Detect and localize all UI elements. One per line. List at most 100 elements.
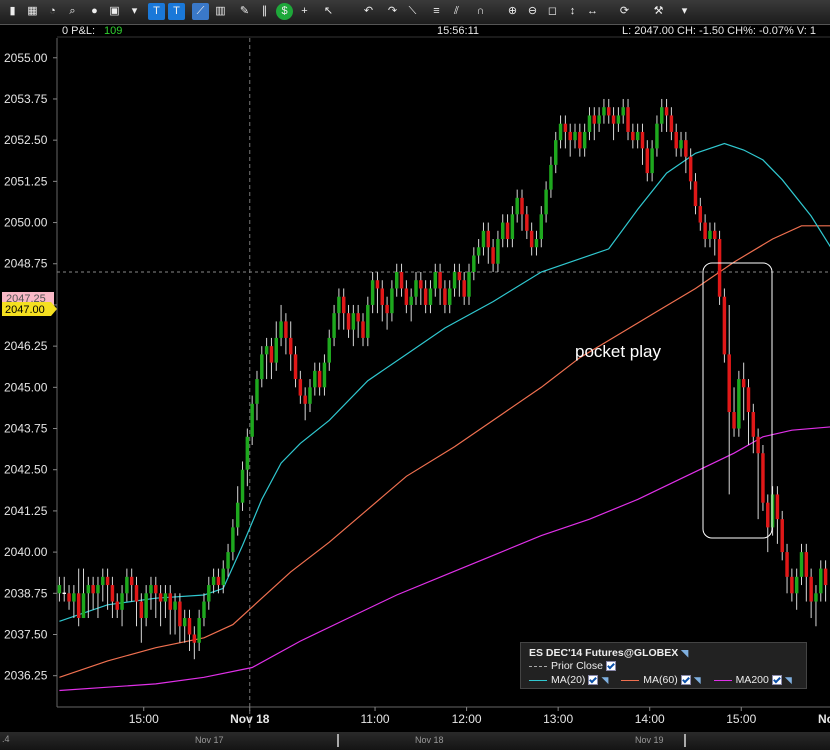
- candle-body: [602, 107, 606, 116]
- candle-body: [101, 576, 105, 586]
- zoom-out-icon[interactable]: ⊖: [524, 3, 541, 20]
- candle-body: [794, 576, 799, 594]
- pencil-icon[interactable]: ✎: [236, 3, 253, 20]
- candle-body: [476, 247, 481, 256]
- line-chart-icon[interactable]: ⟋: [192, 3, 209, 20]
- candle-body: [303, 395, 307, 404]
- candle-body: [91, 585, 95, 594]
- candle-body: [149, 585, 153, 594]
- candle-body: [399, 271, 404, 289]
- candle-body: [443, 288, 447, 305]
- candle-body: [332, 313, 336, 338]
- candle-body: [134, 585, 139, 602]
- barcode-icon[interactable]: ∥: [256, 3, 273, 20]
- dollar-icon[interactable]: $: [276, 3, 293, 20]
- candle-body: [67, 593, 71, 602]
- speedometer-icon[interactable]: ◔: [44, 3, 61, 20]
- pin-icon[interactable]: ◥: [601, 675, 608, 686]
- pin-icon[interactable]: ◥: [681, 648, 688, 659]
- menu-chevron-icon[interactable]: ▾: [676, 3, 693, 20]
- fib-icon[interactable]: ≡: [428, 3, 445, 20]
- redo-icon[interactable]: ↷: [384, 3, 401, 20]
- x-tick-label: 14:00: [635, 712, 665, 726]
- legend-ma60: MA(60): [643, 674, 678, 686]
- ma200-checkbox[interactable]: [771, 675, 782, 686]
- candle-body: [780, 519, 784, 553]
- quote-line: L: 2047.00 CH: -1.50 CH%: -0.07% V: 1: [622, 25, 816, 37]
- text-tool-icon[interactable]: T: [148, 3, 165, 20]
- candle-body: [211, 576, 216, 586]
- candle-body: [491, 247, 495, 264]
- y-tick-label: 2053.75: [4, 92, 48, 106]
- ma20-checkbox[interactable]: [588, 675, 599, 686]
- candle-body: [737, 379, 741, 429]
- prior-close-swatch: [529, 665, 547, 667]
- wrench-icon[interactable]: ⚒: [650, 3, 667, 20]
- candle-body: [202, 601, 206, 619]
- candle-body: [293, 354, 298, 380]
- dropdown-icon[interactable]: ▾: [126, 3, 143, 20]
- y-tick-label: 2045.00: [4, 380, 48, 394]
- candle-body: [313, 370, 317, 388]
- lines-icon[interactable]: ⫽: [448, 3, 465, 20]
- candle-body: [520, 197, 524, 215]
- prior-close-checkbox[interactable]: [605, 661, 616, 672]
- drawing-tools-icon[interactable]: ⟍: [404, 3, 421, 20]
- candle-body: [81, 593, 86, 619]
- candle-body: [809, 576, 813, 602]
- horizontal-expand-icon[interactable]: ↔: [584, 3, 601, 20]
- candle-body: [669, 115, 674, 132]
- pointer-icon[interactable]: ↖: [320, 3, 337, 20]
- candle-body: [587, 115, 592, 132]
- zoom-in-icon[interactable]: ⊕: [504, 3, 521, 20]
- crosshair-icon[interactable]: +: [296, 3, 313, 20]
- refresh-icon[interactable]: ⟳: [616, 3, 633, 20]
- vertical-expand-icon[interactable]: ↕: [564, 3, 581, 20]
- candle-body: [674, 131, 678, 149]
- candle-body: [616, 115, 621, 124]
- candle-body: [197, 618, 201, 643]
- candle-body: [433, 271, 438, 289]
- scrollbar-thumb[interactable]: [337, 734, 686, 747]
- x-tick-label: 15:00: [129, 712, 159, 726]
- candle-body: [322, 362, 327, 388]
- candle-body: [582, 131, 587, 149]
- magnet-icon[interactable]: ∩: [472, 3, 489, 20]
- candle-body: [823, 568, 828, 586]
- candle-body: [631, 131, 635, 141]
- candle-body: [486, 230, 491, 248]
- candle-body: [563, 123, 568, 132]
- bar-chart-icon[interactable]: ▮: [4, 3, 21, 20]
- y-tick-label: 2050.00: [4, 216, 48, 230]
- candle-body: [419, 280, 423, 289]
- clock-time: 15:56:11: [437, 25, 479, 37]
- price-chart[interactable]: pocket play 2055.00 2053.75 2052.50 2051.25…: [0, 0, 830, 750]
- pin-icon[interactable]: ◥: [694, 675, 701, 686]
- chart-legend: ES DEC'14 Futures@GLOBEX ◥ Prior Close MA…: [520, 642, 807, 689]
- candle-body: [500, 222, 505, 240]
- candle-body: [115, 601, 119, 610]
- ma60-checkbox[interactable]: [680, 675, 691, 686]
- candle-body: [144, 593, 148, 619]
- grid-icon[interactable]: ▦: [24, 3, 41, 20]
- circle-icon[interactable]: ●: [86, 3, 103, 20]
- candle-body: [713, 230, 717, 240]
- text-tool-icon[interactable]: T: [168, 3, 185, 20]
- candle-body: [790, 576, 794, 594]
- candle-body: [404, 288, 409, 305]
- fit-icon[interactable]: ◻: [544, 3, 561, 20]
- candle-body: [245, 436, 250, 470]
- undo-icon[interactable]: ↶: [360, 3, 377, 20]
- pin-icon[interactable]: ◥: [785, 675, 792, 686]
- candle-body: [57, 585, 62, 594]
- time-scrollbar[interactable]: .4 Nov 17 Nov 18 Nov 19: [0, 732, 830, 750]
- candle-body: [105, 576, 110, 586]
- candle-body: [785, 552, 789, 577]
- y-tick-label: 2043.75: [4, 422, 48, 436]
- layout-icon[interactable]: ▣: [106, 3, 123, 20]
- search-icon[interactable]: ⌕: [64, 3, 81, 20]
- candle-body: [732, 412, 736, 429]
- split-window-icon[interactable]: ▥: [212, 3, 229, 20]
- candle-body: [664, 107, 669, 116]
- candle-body: [366, 304, 370, 338]
